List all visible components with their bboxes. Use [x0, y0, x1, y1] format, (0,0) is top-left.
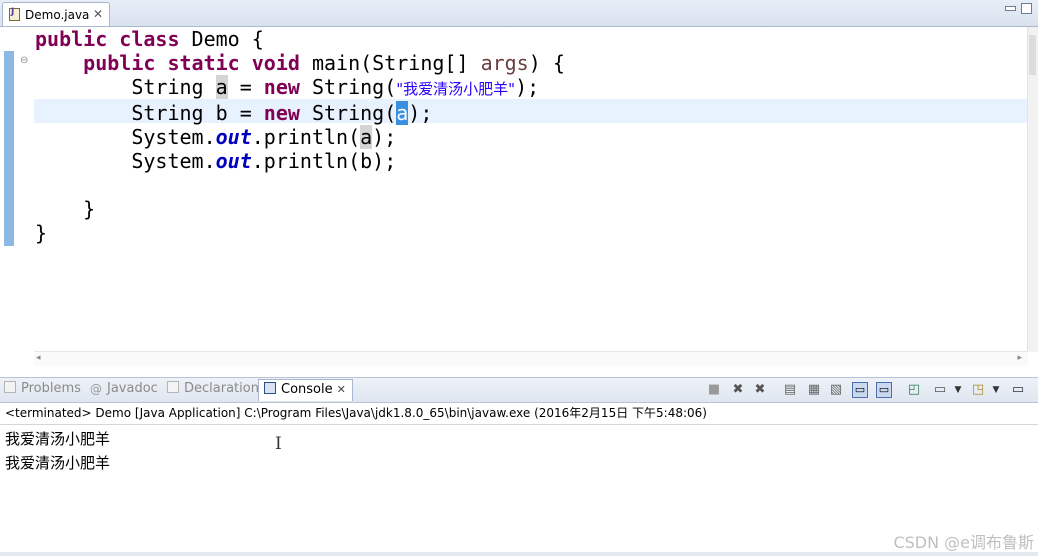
open-console-icon[interactable]: ◳: [970, 382, 986, 398]
maximize-icon[interactable]: [1021, 3, 1032, 14]
minimize-icon[interactable]: [1005, 6, 1016, 11]
scroll-thumb[interactable]: [1029, 35, 1036, 75]
code-line-4: String b = new String(a);: [131, 101, 433, 125]
string-literal: "我爱清汤小肥羊": [396, 80, 516, 98]
fold-icon[interactable]: ⊖: [20, 55, 28, 66]
code-line-9: }: [35, 221, 48, 245]
code-line-3: String a = new String("我爱清汤小肥羊");: [131, 75, 540, 99]
view-tab-bar: Problems @ Javadoc Declaration Console ✕ ■…: [0, 377, 1038, 403]
horizontal-scrollbar[interactable]: ◂ ▸: [34, 351, 1028, 366]
tab-problems[interactable]: Problems: [4, 381, 81, 399]
console-output-line: 我爱清汤小肥羊: [5, 430, 111, 448]
console-icon: [264, 382, 276, 394]
close-icon[interactable]: ✕: [93, 7, 103, 21]
show-on-stdout-icon[interactable]: ▭: [852, 382, 868, 398]
console-description: <terminated> Demo [Java Application] C:\…: [5, 406, 707, 420]
code-line-1: public class Demo {: [35, 27, 264, 51]
text-selection: a: [396, 101, 409, 125]
editor-tab-bar: Demo.java ✕: [0, 0, 1038, 27]
show-on-stderr-icon[interactable]: ▭: [876, 382, 892, 398]
code-text[interactable]: public class Demo { public static void m…: [35, 27, 565, 245]
problems-icon: [4, 381, 16, 393]
remove-all-icon[interactable]: ✖: [752, 382, 768, 398]
word-wrap-icon[interactable]: ▧: [828, 382, 844, 398]
scroll-right-icon[interactable]: ▸: [1017, 353, 1022, 363]
console-output-line: 我爱清汤小肥羊: [5, 454, 111, 472]
tab-javadoc[interactable]: @ Javadoc: [90, 381, 158, 399]
editor-tab-demo-java[interactable]: Demo.java ✕: [2, 2, 110, 26]
terminate-icon[interactable]: ■: [706, 382, 722, 398]
occurrence-highlight: a: [360, 125, 373, 149]
code-editor[interactable]: ⊖ public class Demo { public static void…: [0, 27, 1038, 366]
tab-declaration[interactable]: Declaration: [167, 381, 259, 399]
code-line-5: System.out.println(a);: [131, 125, 397, 149]
window-bottom-edge: [0, 552, 1038, 556]
scroll-lock-icon[interactable]: ▦: [806, 382, 822, 398]
occurrence-highlight: a: [215, 75, 228, 99]
code-line-2: public static void main(String[] args) {: [83, 51, 565, 75]
vertical-scrollbar[interactable]: [1027, 27, 1038, 352]
declaration-icon: [167, 381, 179, 393]
chevron-down-icon[interactable]: ▼: [950, 382, 966, 398]
editor-tab-label: Demo.java: [25, 8, 90, 22]
tab-console[interactable]: Console ✕: [258, 379, 353, 401]
watermark: CSDN @e调布鲁斯: [893, 533, 1034, 552]
quick-diff-bar: [4, 51, 14, 246]
java-file-icon: [9, 7, 20, 21]
close-icon[interactable]: ✕: [337, 383, 346, 396]
code-line-6: System.out.println(b);: [131, 149, 397, 173]
display-console-icon[interactable]: ▭: [932, 382, 948, 398]
text-cursor-icon: I: [275, 434, 282, 454]
pin-console-icon[interactable]: ◰: [906, 382, 922, 398]
scroll-left-icon[interactable]: ◂: [36, 353, 41, 363]
minimize-icon[interactable]: ▭: [1010, 382, 1026, 398]
javadoc-icon: @: [90, 382, 102, 396]
chevron-down-icon[interactable]: ▼: [988, 382, 1004, 398]
clear-console-icon[interactable]: ▤: [782, 382, 798, 398]
code-line-8: }: [83, 197, 96, 221]
remove-launch-icon[interactable]: ✖: [730, 382, 746, 398]
console-output[interactable]: 我爱清汤小肥羊 我爱清汤小肥羊 I CSDN @e调布鲁斯: [0, 424, 1038, 556]
